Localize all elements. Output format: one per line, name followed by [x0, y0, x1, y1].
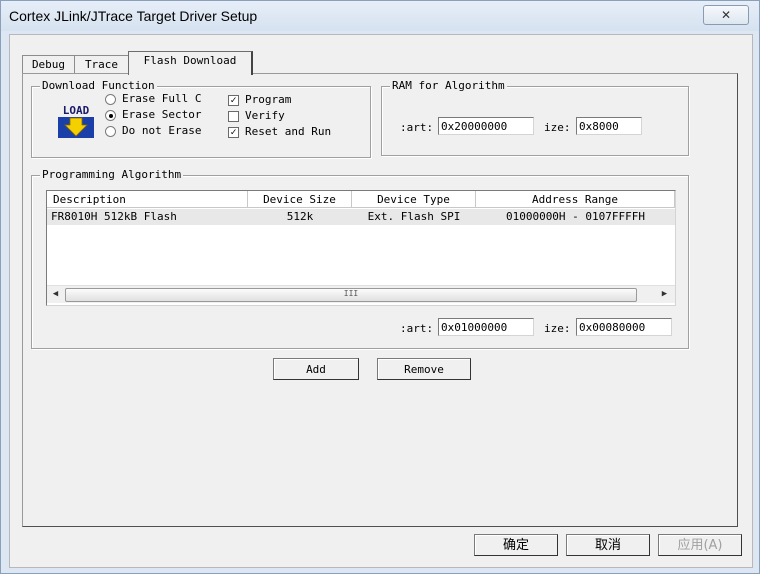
load-icon: LOAD [58, 104, 94, 138]
erase-full-chip-radio[interactable] [105, 94, 116, 105]
ram-start-field[interactable]: 0x20000000 [438, 117, 534, 135]
svg-text:LOAD: LOAD [63, 104, 90, 117]
tab-debug[interactable]: Debug [22, 55, 75, 74]
row-device-type: Ext. Flash SPI [352, 209, 476, 225]
scroll-thumb[interactable]: III [65, 288, 637, 302]
programming-algorithm-group: Programming Algorithm Description Device… [31, 168, 689, 349]
program-checkbox[interactable]: ✓ [228, 95, 239, 106]
dialog-window: Cortex JLink/JTrace Target Driver Setup … [0, 0, 760, 574]
reset-and-run-checkbox[interactable]: ✓ [228, 127, 239, 138]
verify-checkbox[interactable] [228, 111, 239, 122]
erase-sector-radio[interactable] [105, 110, 116, 121]
scroll-left-icon[interactable]: ◀ [48, 287, 63, 302]
row-description: FR8010H 512kB Flash [47, 209, 248, 225]
tab-flash-download[interactable]: Flash Download [128, 51, 253, 75]
ok-button[interactable]: 确定 [474, 534, 558, 556]
close-icon[interactable]: ✕ [703, 5, 749, 25]
algorithm-start-field[interactable]: 0x01000000 [438, 318, 534, 336]
scroll-right-icon[interactable]: ▶ [657, 287, 672, 302]
erase-full-chip-label: Erase Full C [122, 92, 202, 105]
download-function-title: Download Function [40, 79, 157, 92]
tab-trace[interactable]: Trace [74, 55, 129, 74]
flash-download-panel: Download Function LOAD Erase Full C Eras… [22, 73, 738, 527]
row-address-range: 01000000H - 0107FFFFH [476, 209, 675, 225]
do-not-erase-label: Do not Erase [122, 124, 202, 137]
cancel-button[interactable]: 取消 [566, 534, 650, 556]
program-label: Program [245, 93, 292, 106]
apply-button[interactable]: 应用(A) [658, 534, 742, 556]
ram-for-algorithm-title: RAM for Algorithm [390, 79, 507, 92]
algorithm-size-label: ize: [544, 322, 571, 335]
column-header-device-type[interactable]: Device Type [352, 191, 476, 208]
verify-label: Verify [245, 109, 285, 122]
title-bar[interactable]: Cortex JLink/JTrace Target Driver Setup … [1, 1, 759, 31]
reset-and-run-label: Reset and Run [245, 125, 332, 138]
programming-algorithm-title: Programming Algorithm [40, 168, 184, 181]
erase-sector-label: Erase Sector [122, 108, 202, 121]
remove-button[interactable]: Remove [377, 358, 471, 380]
ram-size-label: ize: [544, 121, 571, 134]
window-title: Cortex JLink/JTrace Target Driver Setup [9, 8, 258, 24]
algorithm-list[interactable]: Description Device Size Device Type Addr… [46, 190, 676, 306]
horizontal-scrollbar[interactable]: ◀ III ▶ [47, 285, 675, 303]
algorithm-start-label: :art: [400, 322, 434, 335]
ram-start-label: :art: [400, 121, 434, 134]
ram-size-field[interactable]: 0x8000 [576, 117, 642, 135]
algorithm-size-field[interactable]: 0x00080000 [576, 318, 672, 336]
ram-for-algorithm-group: RAM for Algorithm :art: 0x20000000 ize: … [381, 79, 689, 156]
column-header-description[interactable]: Description [47, 191, 248, 208]
dialog-client-area: Debug Trace Flash Download Download Func… [9, 34, 753, 568]
download-function-group: Download Function LOAD Erase Full C Eras… [31, 79, 371, 158]
column-header-address-range[interactable]: Address Range [476, 191, 675, 208]
do-not-erase-radio[interactable] [105, 126, 116, 137]
add-button[interactable]: Add [273, 358, 359, 380]
column-header-device-size[interactable]: Device Size [248, 191, 352, 208]
row-device-size: 512k [248, 209, 352, 225]
